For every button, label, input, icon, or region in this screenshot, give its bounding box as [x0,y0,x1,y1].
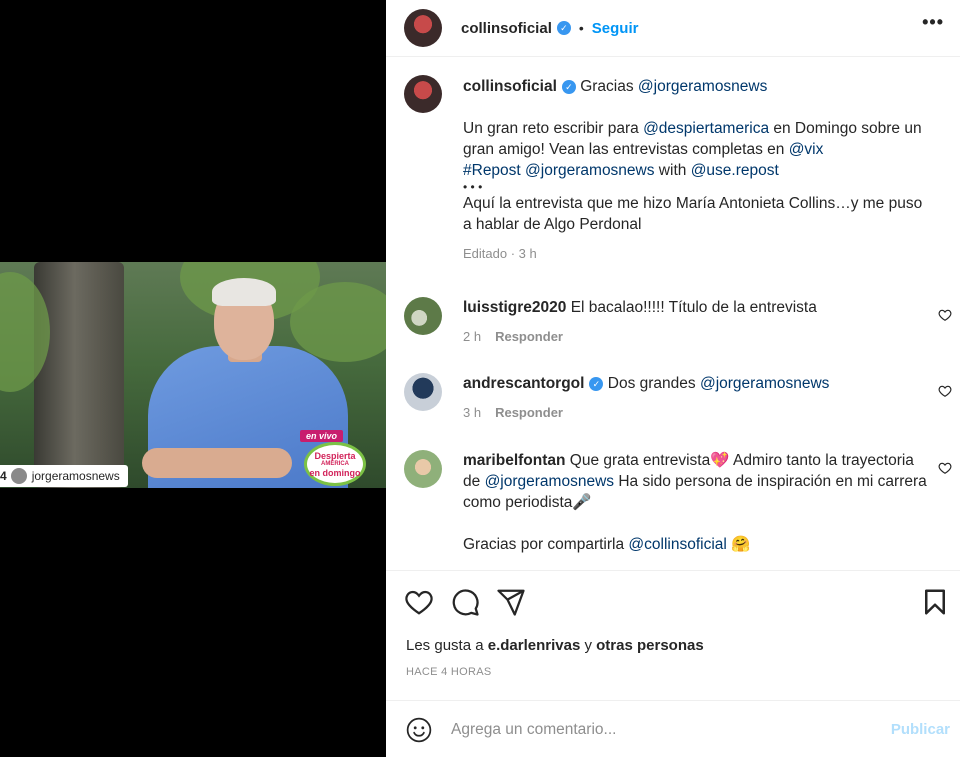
comments-scroll-area[interactable]: collinsoficial ✓ Gracias @jorgeramosnews … [386,57,960,570]
reply-button[interactable]: Responder [495,405,563,420]
caption-text: with [654,162,691,179]
show-logo-circle: Despierta AMÉRICA en domingo [304,442,366,486]
post-actions: Les gusta a e.darlenrivas y otras person… [386,570,960,700]
instagram-post-view: en vivo Despierta AMÉRICA en domingo 4 j… [0,0,960,757]
comment-body: luisstigre2020 El bacalao!!!!! Título de… [463,297,933,347]
mention-link[interactable]: @collinsoficial [628,536,726,553]
show-logo-line2: AMÉRICA [321,461,349,467]
comment-text: Que grata entrevista [569,452,711,469]
publish-button[interactable]: Publicar [891,721,950,738]
mention-link[interactable]: @jorgeramosnews [485,473,614,490]
mention-link[interactable]: @jorgeramosnews [700,375,829,392]
caption-author[interactable]: collinsoficial [463,78,557,95]
caption-thanks: Gracias [580,78,638,95]
comment-username[interactable]: andrescantorgol [463,375,584,392]
show-logo: en vivo Despierta AMÉRICA en domingo [300,430,370,486]
caption-paragraph-2: Aquí la entrevista que me hizo María Ant… [463,195,923,233]
caption-body: collinsoficial ✓ Gracias @jorgeramosnews … [463,75,933,264]
comment-username[interactable]: luisstigre2020 [463,299,566,316]
mention-link[interactable]: @use.repost [691,162,779,179]
video-frame[interactable]: en vivo Despierta AMÉRICA en domingo [0,262,386,488]
comment-body: andrescantorgol ✓ Dos grandes @jorgeramos… [463,373,933,423]
bookmark-icon[interactable] [920,587,950,617]
caption: collinsoficial ✓ Gracias @jorgeramosnews … [404,75,960,264]
comment-bubble-icon[interactable] [450,587,480,617]
tag-avatar [10,468,27,484]
more-options-icon[interactable]: ••• [922,12,944,33]
likes-others-link[interactable]: otras personas [596,637,704,654]
comment-bar: Publicar [386,700,960,757]
heart-icon[interactable] [404,587,434,617]
comment-body: maribelfontan Que grata entrevista💖 Admi… [463,450,933,555]
post-panel: collinsoficial ✓ • Seguir ••• collinsofi… [386,0,960,757]
comment-item: maribelfontan Que grata entrevista💖 Admi… [404,450,960,555]
avatar[interactable] [404,75,442,113]
caption-text: Un gran reto escribir para [463,120,644,137]
heart-emoji: 💖 [710,452,730,469]
mention-link[interactable]: @jorgeramosnews [638,78,767,95]
comment-item: andrescantorgol ✓ Dos grandes @jorgeramos… [404,373,960,423]
avatar[interactable] [404,297,442,335]
avatar[interactable] [404,9,442,47]
mention-link[interactable]: @despiertamerica [643,120,769,137]
comment-time: 2 h [463,329,482,344]
avatar[interactable] [404,373,442,411]
tag-username: jorgeramosnews [31,469,120,483]
avatar[interactable] [404,450,442,488]
heart-icon[interactable] [938,461,952,475]
verified-badge-icon: ✓ [561,79,576,94]
mention-link[interactable]: @jorgeramosnews [525,162,654,179]
hashtag-link[interactable]: #Repost [463,162,521,179]
likes-prefix: Les gusta a [406,637,488,654]
caption-dots: • • • [463,180,483,194]
post-header: collinsoficial ✓ • Seguir ••• [386,0,960,57]
comment-time: 3 h [463,405,482,420]
comment-input[interactable] [451,717,871,743]
microphone-emoji: 🎤 [572,494,592,511]
comment-item: luisstigre2020 El bacalao!!!!! Título de… [404,297,960,347]
comment-text: Gracias por compartirla [463,536,629,553]
likes-connector: y [580,637,597,654]
comment-text: El bacalao!!!!! Título de la entrevista [570,299,817,316]
liker-username[interactable]: e.darlenrivas [488,637,581,654]
foliage [290,282,386,362]
tag-number: 4 [0,469,7,483]
show-logo-line1: Despierta [314,451,356,461]
post-timestamp: HACE 4 HORAS [406,666,492,678]
post-media[interactable]: en vivo Despierta AMÉRICA en domingo 4 j… [0,0,386,757]
mention-link[interactable]: @vix [789,141,824,158]
user-tag[interactable]: 4 jorgeramosnews [0,465,128,487]
live-tag: en vivo [300,430,344,442]
heart-icon[interactable] [938,384,952,398]
smiley-icon[interactable] [406,717,432,743]
follow-button[interactable]: Seguir [592,20,639,37]
reply-button[interactable]: Responder [495,329,563,344]
verified-badge-icon: ✓ [556,21,571,35]
person-hair [212,278,276,306]
paper-plane-icon[interactable] [496,587,526,617]
tree-trunk [34,262,124,488]
heart-icon[interactable] [938,308,952,322]
comment-text: Dos grandes [607,375,700,392]
show-logo-line3: en domingo [309,468,361,478]
separator-dot: • [578,20,584,36]
comment-username[interactable]: maribelfontan [463,452,565,469]
author-username[interactable]: collinsoficial [461,20,552,37]
verified-badge-icon: ✓ [589,376,604,391]
caption-meta: Editado · 3 h [463,246,537,261]
person-hands [142,448,292,478]
caption-paragraph-1: Un gran reto escribir para @despiertamer… [463,118,933,181]
hug-emoji: 🤗 [731,536,751,553]
likes-summary: Les gusta a e.darlenrivas y otras person… [406,637,704,654]
